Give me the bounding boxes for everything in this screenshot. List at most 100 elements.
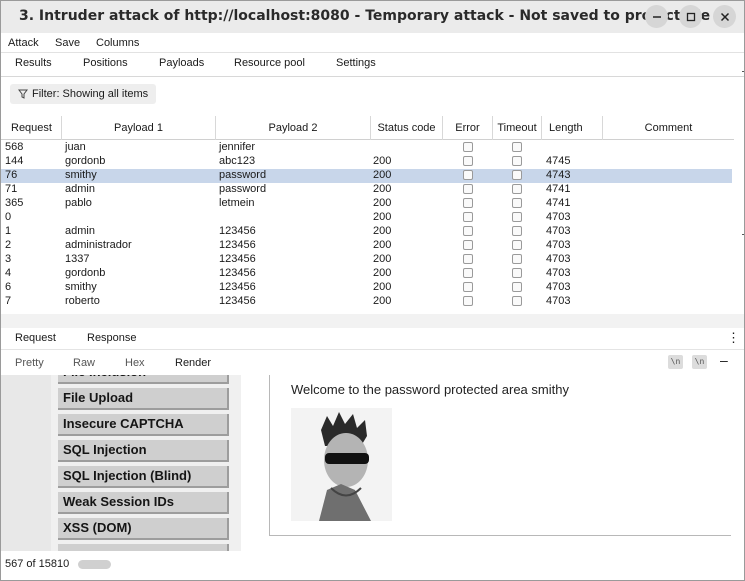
column-header-payload2[interactable]: Payload 2 xyxy=(216,116,371,140)
menu-columns[interactable]: Columns xyxy=(96,37,139,49)
table-row[interactable]: 144 gordonb abc123 200 4745 xyxy=(1,155,732,169)
cell-payload1: juan xyxy=(65,141,86,153)
tab-resource-pool[interactable]: Resource pool xyxy=(234,57,305,69)
cell-request: 2 xyxy=(5,239,12,251)
table-row[interactable]: 3 1337 123456 200 4703 xyxy=(1,253,732,267)
column-header-status-code[interactable]: Status code xyxy=(371,116,443,140)
error-checkbox xyxy=(463,142,473,152)
newline-toggle-icon[interactable]: \n xyxy=(668,355,683,369)
cell-status-code: 200 xyxy=(373,281,392,293)
menu-item-cut-off[interactable] xyxy=(58,544,229,551)
view-tab-render[interactable]: Render xyxy=(175,357,211,369)
menu-bar: Attack Save Columns xyxy=(1,34,744,53)
cell-payload2: 123456 xyxy=(219,225,256,237)
minimize-icon xyxy=(652,15,661,18)
menu-file-inclusion[interactable]: File Inclusion xyxy=(58,375,229,384)
tab-positions[interactable]: Positions xyxy=(83,57,128,69)
filter-button[interactable]: Filter: Showing all items xyxy=(10,84,157,104)
edge-mark xyxy=(742,234,744,235)
cell-length: 4703 xyxy=(546,295,571,307)
timeout-checkbox xyxy=(512,296,522,306)
view-tab-hex[interactable]: Hex xyxy=(125,357,145,369)
filter-icon xyxy=(18,89,28,99)
user-photo-image xyxy=(291,408,392,521)
timeout-checkbox xyxy=(512,226,522,236)
cell-length: 4703 xyxy=(546,281,571,293)
column-header-length[interactable]: Length xyxy=(542,116,603,140)
cell-request: 0 xyxy=(5,211,12,223)
pane-divider[interactable] xyxy=(1,314,744,328)
timeout-checkbox xyxy=(512,212,522,222)
title-bar: 3. Intruder attack of http://localhost:8… xyxy=(1,1,744,33)
column-header-request[interactable]: Request xyxy=(1,116,62,140)
cell-length: 4703 xyxy=(546,239,571,251)
newline-toggle-icon[interactable]: \n xyxy=(692,355,707,369)
cell-status-code: 200 xyxy=(373,267,392,279)
menu-insecure-captcha[interactable]: Insecure CAPTCHA xyxy=(58,414,229,436)
tab-payloads[interactable]: Payloads xyxy=(159,57,204,69)
table-row[interactable]: 1 admin 123456 200 4703 xyxy=(1,225,732,239)
menu-sql-injection-blind[interactable]: SQL Injection (Blind) xyxy=(58,466,229,488)
menu-weak-session-ids[interactable]: Weak Session IDs xyxy=(58,492,229,514)
attack-tabs: Results Positions Payloads Resource pool… xyxy=(1,53,744,77)
cell-request: 568 xyxy=(5,141,24,153)
table-row[interactable]: 76 smithy password 200 4743 xyxy=(1,169,732,183)
table-row[interactable]: 71 admin password 200 4741 xyxy=(1,183,732,197)
cell-payload2: 123456 xyxy=(219,267,256,279)
error-checkbox xyxy=(463,156,473,166)
column-header-error[interactable]: Error xyxy=(443,116,493,140)
table-row[interactable]: 2 administrador 123456 200 4703 xyxy=(1,239,732,253)
tab-settings[interactable]: Settings xyxy=(336,57,376,69)
timeout-checkbox xyxy=(512,268,522,278)
view-tab-raw[interactable]: Raw xyxy=(73,357,95,369)
column-header-comment[interactable]: Comment xyxy=(603,116,734,140)
menu-file-upload[interactable]: File Upload xyxy=(58,388,229,410)
cell-payload1: admin xyxy=(65,225,95,237)
tab-response[interactable]: Response xyxy=(87,332,137,344)
menu-xss-dom[interactable]: XSS (DOM) xyxy=(58,518,229,540)
tab-results[interactable]: Results xyxy=(15,57,52,69)
table-row[interactable]: 4 gordonb 123456 200 4703 xyxy=(1,267,732,281)
edge-mark xyxy=(742,71,744,72)
close-button[interactable] xyxy=(713,5,736,28)
minimize-button[interactable] xyxy=(645,5,668,28)
table-row[interactable]: 7 roberto 123456 200 4703 xyxy=(1,295,732,309)
more-options-icon[interactable]: ⋮ xyxy=(727,330,740,346)
cell-length: 4703 xyxy=(546,253,571,265)
cell-status-code: 200 xyxy=(373,155,392,167)
cell-payload1: roberto xyxy=(65,295,100,307)
cell-status-code: 200 xyxy=(373,295,392,307)
menu-attack[interactable]: Attack xyxy=(8,37,39,49)
timeout-checkbox xyxy=(512,142,522,152)
error-checkbox xyxy=(463,226,473,236)
maximize-button[interactable] xyxy=(679,5,702,28)
cell-payload2: abc123 xyxy=(219,155,256,167)
cell-payload2: jennifer xyxy=(219,141,256,153)
cell-request: 144 xyxy=(5,155,24,167)
cell-request: 76 xyxy=(5,169,18,181)
cell-payload1: gordonb xyxy=(65,267,106,279)
cell-payload1: smithy xyxy=(65,169,97,181)
collapse-icon[interactable]: – xyxy=(720,352,728,368)
timeout-checkbox xyxy=(512,198,522,208)
menu-sql-injection[interactable]: SQL Injection xyxy=(58,440,229,462)
cell-payload2: 123456 xyxy=(219,295,256,307)
table-row[interactable]: 365 pablo letmein 200 4741 xyxy=(1,197,732,211)
error-checkbox xyxy=(463,240,473,250)
window-title: 3. Intruder attack of http://localhost:8… xyxy=(19,8,711,24)
timeout-checkbox xyxy=(512,184,522,194)
tab-request[interactable]: Request xyxy=(15,332,56,344)
table-row[interactable]: 568 juan jennifer xyxy=(1,141,732,155)
cell-request: 3 xyxy=(5,253,12,265)
cell-payload2: password xyxy=(219,169,267,181)
dvwa-content: Welcome to the password protected area s… xyxy=(269,375,731,536)
table-row[interactable]: 6 smithy 123456 200 4703 xyxy=(1,281,732,295)
results-table-header: Request Payload 1 Payload 2 Status code … xyxy=(1,116,734,140)
menu-save[interactable]: Save xyxy=(55,37,80,49)
view-tab-pretty[interactable]: Pretty xyxy=(15,357,44,369)
table-row[interactable]: 0 200 4703 xyxy=(1,211,732,225)
error-checkbox xyxy=(463,296,473,306)
column-header-timeout[interactable]: Timeout xyxy=(493,116,542,140)
error-checkbox xyxy=(463,254,473,264)
column-header-payload1[interactable]: Payload 1 xyxy=(62,116,216,140)
